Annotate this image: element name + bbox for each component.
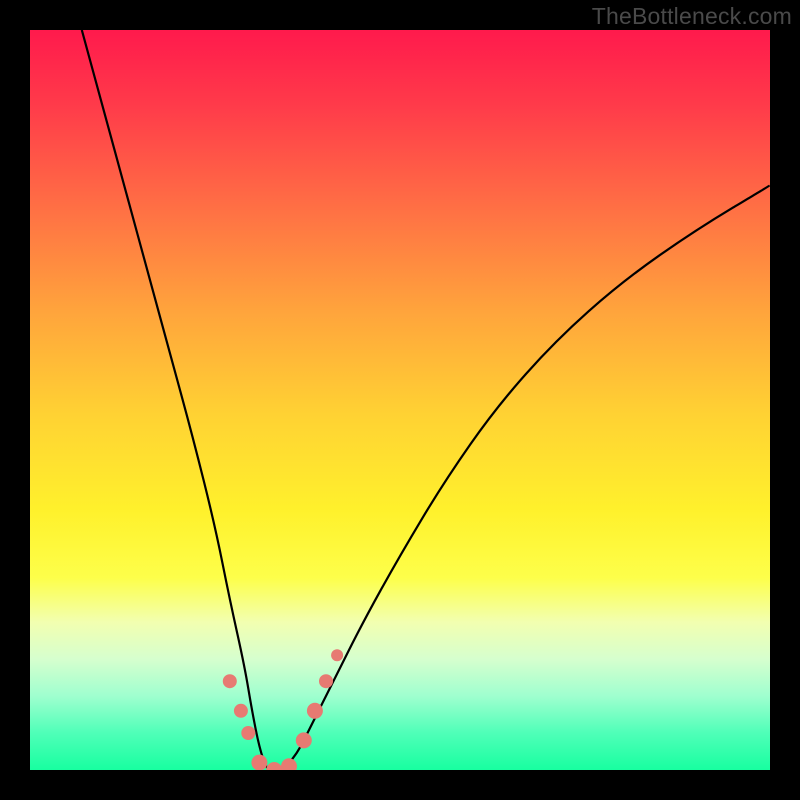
watermark-text: TheBottleneck.com [592, 3, 792, 30]
chart-frame: TheBottleneck.com [0, 0, 800, 800]
data-point [281, 758, 297, 770]
data-point [307, 703, 323, 719]
data-point [241, 726, 255, 740]
data-point [251, 755, 267, 770]
data-point [266, 762, 282, 770]
data-point [296, 732, 312, 748]
curve-markers [223, 649, 343, 770]
data-point [331, 649, 343, 661]
data-point [223, 674, 237, 688]
data-point [234, 704, 248, 718]
bottleneck-curve [82, 30, 770, 770]
data-point [319, 674, 333, 688]
plot-area [30, 30, 770, 770]
curve-svg [30, 30, 770, 770]
